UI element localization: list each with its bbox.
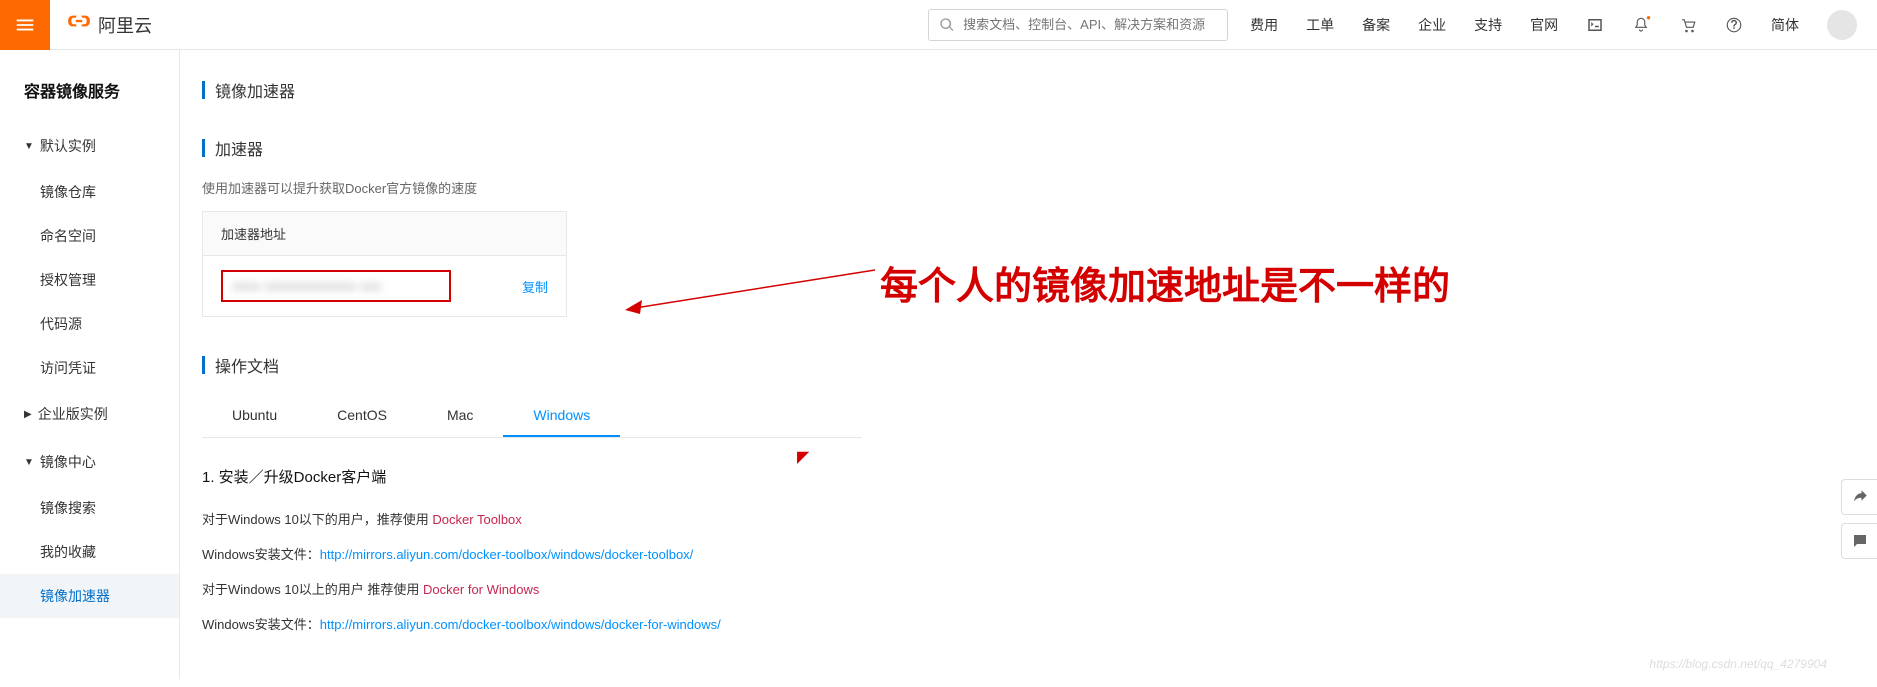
accelerator-body: xxxx xxxxxxxxxxxxx xxx 复制 xyxy=(203,256,566,316)
nav-ticket[interactable]: 工单 xyxy=(1306,15,1334,35)
annotation-arrow xyxy=(620,250,880,320)
tab-windows[interactable]: Windows xyxy=(503,395,620,437)
title-accent-bar xyxy=(202,81,205,99)
sidebar-item-search[interactable]: 镜像搜索 xyxy=(0,486,179,530)
terminal-icon[interactable] xyxy=(1586,16,1604,34)
doc-tabs: Ubuntu CentOS Mac Windows xyxy=(202,395,862,438)
sidebar-group-enterprise[interactable]: ▶企业版实例 xyxy=(0,390,179,438)
accelerator-box: 加速器地址 xxxx xxxxxxxxxxxxx xxx 复制 xyxy=(202,211,567,317)
caret-down-icon: ▼ xyxy=(24,141,34,152)
nav-beian[interactable]: 备案 xyxy=(1362,15,1390,35)
doc-content: 1. 安装／升级Docker客户端 对于Windows 10以下的用户，推荐使用… xyxy=(202,438,1877,633)
cursor-annotation-icon: ◤ xyxy=(797,447,809,467)
title-accent-bar xyxy=(202,356,205,374)
top-header: 阿里云 费用 工单 备案 企业 支持 官网 ● 简体 xyxy=(0,0,1877,50)
sidebar-item-cred[interactable]: 访问凭证 xyxy=(0,346,179,390)
tab-mac[interactable]: Mac xyxy=(417,395,503,437)
title-accent-bar xyxy=(202,139,205,157)
section1-desc: 使用加速器可以提升获取Docker官方镜像的速度 xyxy=(202,178,1877,197)
float-chat-button[interactable] xyxy=(1841,523,1877,559)
nav-lang[interactable]: 简体 xyxy=(1771,15,1799,35)
sidebar-title: 容器镜像服务 xyxy=(0,78,179,122)
help-icon[interactable] xyxy=(1725,16,1743,34)
share-icon xyxy=(1851,488,1869,506)
section-doc-title: 操作文档 xyxy=(202,353,1877,377)
caret-right-icon: ▶ xyxy=(24,409,32,420)
annotation-text: 每个人的镜像加速地址是不一样的 xyxy=(880,255,1450,310)
cart-icon[interactable] xyxy=(1679,16,1697,34)
doc-p3: 对于Windows 10以上的用户 推荐使用 Docker for Window… xyxy=(202,579,1877,598)
tab-ubuntu[interactable]: Ubuntu xyxy=(202,395,307,437)
caret-down-icon: ▼ xyxy=(24,457,34,468)
page-title-wrap: 镜像加速器 xyxy=(202,78,1877,102)
nav-website[interactable]: 官网 xyxy=(1530,15,1558,35)
nav-support[interactable]: 支持 xyxy=(1474,15,1502,35)
link-toolbox-url[interactable]: http://mirrors.aliyun.com/docker-toolbox… xyxy=(320,547,694,562)
main-content: 镜像加速器 加速器 使用加速器可以提升获取Docker官方镜像的速度 加速器地址… xyxy=(180,50,1877,679)
link-windows-url[interactable]: http://mirrors.aliyun.com/docker-toolbox… xyxy=(320,617,721,632)
link-docker-toolbox[interactable]: Docker Toolbox xyxy=(432,512,521,527)
brand-logo[interactable]: 阿里云 xyxy=(66,8,152,41)
header-nav: 费用 工单 备案 企业 支持 官网 ● 简体 xyxy=(1250,10,1857,40)
hamburger-icon xyxy=(14,14,36,36)
sidebar-item-namespace[interactable]: 命名空间 xyxy=(0,214,179,258)
section1-title: 加速器 xyxy=(215,136,263,160)
link-docker-windows[interactable]: Docker for Windows xyxy=(423,582,539,597)
doc-p4: Windows安装文件：http://mirrors.aliyun.com/do… xyxy=(202,614,1877,633)
accelerator-head: 加速器地址 xyxy=(203,212,566,256)
section-accelerator-title: 加速器 xyxy=(202,136,1877,160)
nav-enterprise[interactable]: 企业 xyxy=(1418,15,1446,35)
sidebar: 容器镜像服务 ▼默认实例 镜像仓库 命名空间 授权管理 代码源 访问凭证 ▶企业… xyxy=(0,50,180,679)
watermark-text: https://blog.csdn.net/qq_4279904 xyxy=(1650,657,1827,671)
tab-centos[interactable]: CentOS xyxy=(307,395,417,437)
nav-fee[interactable]: 费用 xyxy=(1250,15,1278,35)
section2-title: 操作文档 xyxy=(215,353,279,377)
sidebar-group-center[interactable]: ▼镜像中心 xyxy=(0,438,179,486)
doc-heading: 1. 安装／升级Docker客户端 xyxy=(202,466,1877,487)
search-box[interactable] xyxy=(928,9,1228,41)
sidebar-item-source[interactable]: 代码源 xyxy=(0,302,179,346)
search-icon xyxy=(939,17,955,33)
sidebar-item-accelerator[interactable]: 镜像加速器 xyxy=(0,574,179,618)
chat-icon xyxy=(1851,532,1869,550)
sidebar-group-default[interactable]: ▼默认实例 xyxy=(0,122,179,170)
float-share-button[interactable] xyxy=(1841,479,1877,515)
sidebar-item-repo[interactable]: 镜像仓库 xyxy=(0,170,179,214)
accelerator-address-redbox: xxxx xxxxxxxxxxxxx xxx xyxy=(221,270,451,302)
float-buttons xyxy=(1841,479,1877,567)
sidebar-item-auth[interactable]: 授权管理 xyxy=(0,258,179,302)
accelerator-address-blurred: xxxx xxxxxxxxxxxxx xxx xyxy=(233,279,382,293)
page-title: 镜像加速器 xyxy=(215,78,295,102)
menu-button[interactable] xyxy=(0,0,50,50)
brand-text: 阿里云 xyxy=(98,12,152,38)
sidebar-item-fav[interactable]: 我的收藏 xyxy=(0,530,179,574)
aliyun-logo-icon xyxy=(66,8,92,41)
user-avatar[interactable] xyxy=(1827,10,1857,40)
doc-p2: Windows安装文件：http://mirrors.aliyun.com/do… xyxy=(202,544,1877,563)
bell-icon[interactable]: ● xyxy=(1632,16,1651,34)
doc-p1: 对于Windows 10以下的用户，推荐使用 Docker Toolbox xyxy=(202,509,1877,528)
search-input[interactable] xyxy=(963,17,1217,32)
copy-button[interactable]: 复制 xyxy=(522,277,548,296)
